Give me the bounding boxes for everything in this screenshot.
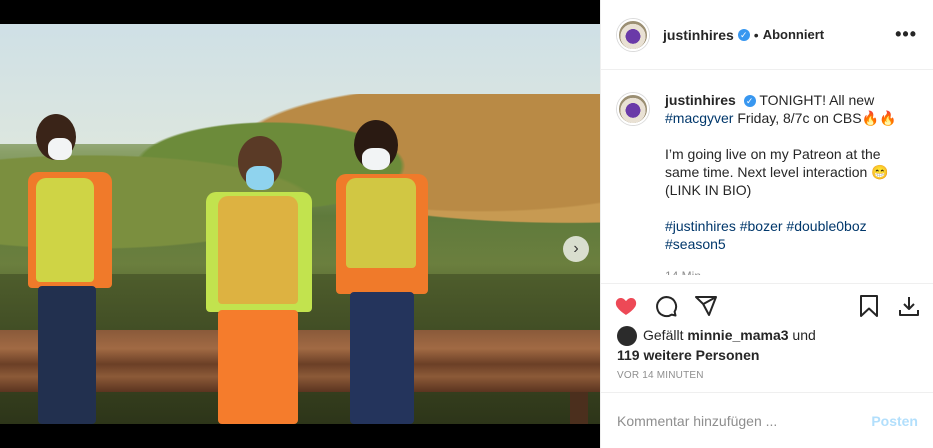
comment-button[interactable] xyxy=(653,293,679,319)
save-button[interactable] xyxy=(856,293,882,319)
hashtag-link[interactable]: #double0boz xyxy=(786,218,866,234)
caption-line2: Friday, 8/7c on CBS🔥🔥 xyxy=(737,110,897,126)
caption-area: justinhires ✓ TONIGHT! All new #macgyver… xyxy=(601,71,933,275)
comment-icon xyxy=(656,295,678,317)
post-header: justinhires ✓ • Abonniert ••• xyxy=(601,0,933,70)
person-left xyxy=(28,114,118,424)
download-icon xyxy=(899,296,919,316)
post-comment-button[interactable]: Posten xyxy=(871,413,918,429)
heart-filled-icon xyxy=(615,297,637,315)
more-options-icon[interactable]: ••• xyxy=(895,24,917,45)
action-bar xyxy=(601,283,933,327)
person-right xyxy=(332,120,432,424)
post-image[interactable]: › xyxy=(0,24,600,424)
verified-badge-icon: ✓ xyxy=(737,28,750,41)
hashtag-link[interactable]: #season5 xyxy=(665,236,726,252)
person-center xyxy=(188,136,328,424)
post-sidebar: justinhires ✓ • Abonniert ••• justinhire… xyxy=(600,0,933,448)
post-media-pane: › xyxy=(0,0,600,448)
next-image-button[interactable]: › xyxy=(563,236,589,262)
chevron-right-icon: › xyxy=(573,240,579,257)
follow-status-button[interactable]: Abonniert xyxy=(763,27,824,42)
caption-line1: TONIGHT! All new xyxy=(759,92,875,108)
liker-avatar[interactable] xyxy=(617,326,637,347)
guardrail-post xyxy=(570,392,588,424)
caption-hashtags: #justinhires #bozer #double0boz #season5 xyxy=(665,217,918,253)
like-button[interactable] xyxy=(613,293,639,319)
verified-badge-icon: ✓ xyxy=(743,95,756,108)
likes-count[interactable]: 119 weitere Personen xyxy=(617,347,759,363)
author-username[interactable]: justinhires xyxy=(663,27,734,43)
caption-text: justinhires ✓ TONIGHT! All new #macgyver… xyxy=(665,91,918,275)
likes-conj: und xyxy=(792,327,816,343)
comment-box: Posten xyxy=(601,392,933,448)
hashtag-link[interactable]: #justinhires xyxy=(665,218,736,234)
download-button[interactable] xyxy=(896,293,922,319)
caption-timestamp: 14 Min. xyxy=(665,267,918,275)
share-button[interactable] xyxy=(693,293,719,319)
caption-paragraph: I’m going live on my Patreon at the same… xyxy=(665,146,889,198)
author-avatar[interactable] xyxy=(617,18,649,51)
separator-dot: • xyxy=(753,26,759,43)
hashtag-link[interactable]: #bozer xyxy=(740,218,783,234)
caption-username[interactable]: justinhires xyxy=(665,92,736,108)
bookmark-icon xyxy=(860,294,878,317)
comment-input[interactable] xyxy=(617,412,872,429)
liker-username[interactable]: minnie_mama3 xyxy=(687,327,788,343)
likes-summary: Gefällt minnie_mama3 und 119 weitere Per… xyxy=(617,326,917,364)
likes-prefix: Gefällt xyxy=(643,327,684,343)
share-icon xyxy=(695,295,717,316)
caption-author-avatar[interactable] xyxy=(617,93,649,125)
hashtag-link[interactable]: #macgyver xyxy=(665,110,733,126)
post-age: VOR 14 MINUTEN xyxy=(617,370,704,381)
